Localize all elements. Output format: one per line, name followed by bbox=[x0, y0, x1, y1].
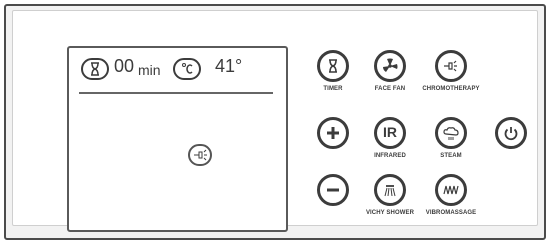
timer-unit: min bbox=[138, 62, 161, 78]
vibromassage-button[interactable] bbox=[435, 174, 467, 206]
control-frame: 00 min 41° TIMER FACE FAN CHROMOTHERAPY … bbox=[4, 4, 546, 240]
vichy-shower-button[interactable] bbox=[374, 174, 406, 206]
steam-button[interactable] bbox=[435, 117, 467, 149]
display-screen: 00 min 41° bbox=[67, 46, 288, 232]
timer-button[interactable] bbox=[317, 50, 349, 82]
hourglass-icon bbox=[81, 58, 109, 80]
vibromassage-label: VIBROMASSAGE bbox=[425, 210, 477, 216]
chromotherapy-button[interactable] bbox=[435, 50, 467, 82]
face-fan-button[interactable] bbox=[374, 50, 406, 82]
plus-button[interactable] bbox=[317, 117, 349, 149]
lamp-icon bbox=[188, 144, 212, 166]
temperature-readout: 41° bbox=[215, 56, 243, 76]
timer-readout: 00 bbox=[114, 56, 135, 76]
steam-label: STEAM bbox=[440, 153, 462, 159]
infrared-button[interactable]: IR bbox=[374, 117, 406, 149]
infrared-symbol: IR bbox=[383, 124, 397, 140]
display-divider bbox=[79, 92, 273, 94]
minus-button[interactable] bbox=[317, 174, 349, 206]
control-panel: 00 min 41° TIMER FACE FAN CHROMOTHERAPY … bbox=[12, 10, 538, 232]
power-button[interactable] bbox=[495, 117, 527, 149]
celsius-icon bbox=[173, 58, 201, 80]
chromotherapy-label: CHROMOTHERAPY bbox=[422, 86, 480, 92]
